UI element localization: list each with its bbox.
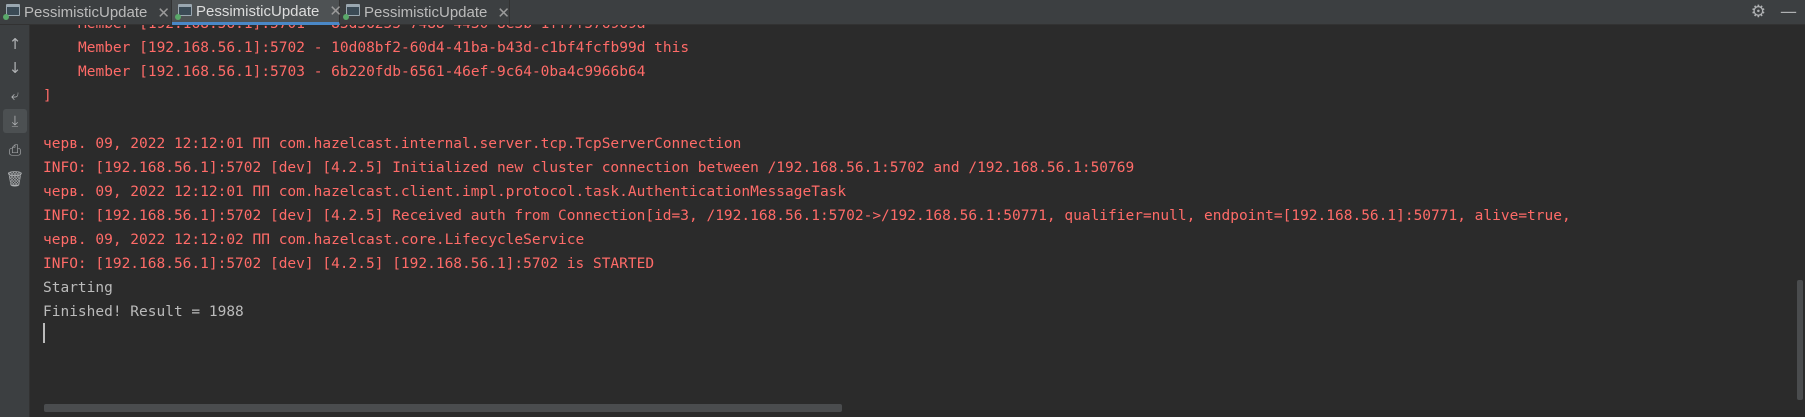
scroll-to-end-icon[interactable]: ⤓	[3, 109, 27, 133]
text-caret	[43, 323, 45, 343]
minimize-icon[interactable]: —	[1780, 4, 1797, 21]
run-console-window: PessimisticUpdate ✕ PessimisticUpdate ✕ …	[0, 0, 1805, 417]
console-line: Member [192.168.56.1]:5703 - 6b220fdb-65…	[78, 64, 646, 80]
print-icon[interactable]: ⎙	[3, 138, 27, 162]
tabbar-actions: ⚙ —	[1751, 0, 1797, 25]
console-output[interactable]: Member [192.168.56.1]:5701 - 83d36255-74…	[30, 25, 1800, 405]
run-tab-2[interactable]: PessimisticUpdate ✕	[172, 0, 342, 25]
console-line: INFO: [192.168.56.1]:5702 [dev] [4.2.5] …	[43, 208, 1571, 224]
gear-icon[interactable]: ⚙	[1751, 4, 1766, 21]
console-line: Finished! Result = 1988	[43, 304, 244, 320]
horizontal-scrollbar[interactable]	[44, 404, 842, 412]
tab-label: PessimisticUpdate	[364, 4, 488, 21]
run-config-icon	[343, 4, 360, 20]
run-config-icon	[175, 4, 192, 20]
trash-icon[interactable]: 🗑	[3, 167, 27, 191]
console-line: Member [192.168.56.1]:5702 - 10d08bf2-60…	[78, 40, 690, 56]
console-line: черв. 09, 2022 12:12:01 ПП com.hazelcast…	[43, 136, 742, 152]
scroll-up-icon[interactable]: ↑	[3, 32, 27, 56]
run-tab-1[interactable]: PessimisticUpdate ✕	[0, 0, 172, 25]
console-line: черв. 09, 2022 12:12:01 ПП com.hazelcast…	[43, 184, 847, 200]
scroll-down-icon[interactable]: ↓	[3, 56, 27, 80]
console-line: черв. 09, 2022 12:12:02 ПП com.hazelcast…	[43, 232, 585, 248]
console-line: INFO: [192.168.56.1]:5702 [dev] [4.2.5] …	[43, 160, 1135, 176]
run-tab-3[interactable]: PessimisticUpdate ✕	[340, 0, 510, 25]
run-tab-bar: PessimisticUpdate ✕ PessimisticUpdate ✕ …	[0, 0, 1805, 25]
tab-label: PessimisticUpdate	[24, 4, 148, 21]
console-line: Member [192.168.56.1]:5701 - 83d36255-74…	[78, 25, 645, 36]
tab-label: PessimisticUpdate	[196, 2, 320, 20]
soft-wrap-icon[interactable]: ⤶	[3, 83, 27, 107]
console-line: ]	[43, 88, 52, 104]
run-config-icon	[3, 4, 20, 20]
console-toolbar: ↑ ↓ ⤶ ⤓ ⎙ 🗑	[0, 25, 30, 417]
vertical-scrollbar[interactable]	[1797, 280, 1803, 400]
close-icon[interactable]: ✕	[157, 4, 170, 22]
console-line: INFO: [192.168.56.1]:5702 [dev] [4.2.5] …	[43, 256, 655, 272]
close-icon[interactable]: ✕	[497, 4, 510, 22]
console-line: Starting	[43, 280, 113, 296]
